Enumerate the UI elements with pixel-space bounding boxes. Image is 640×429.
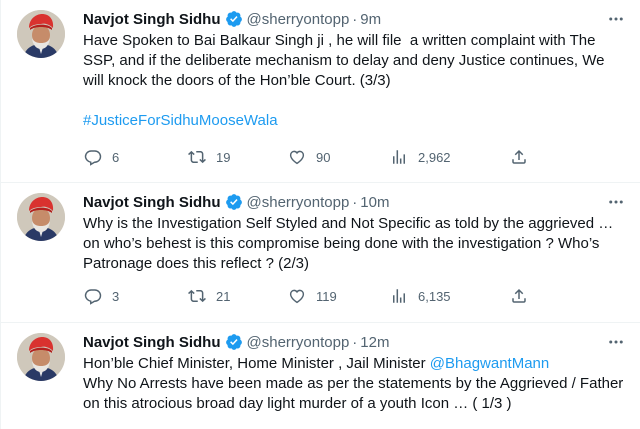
avatar[interactable] — [17, 333, 65, 381]
tweet-text: Why is the Investigation Self Styled and… — [83, 215, 618, 272]
share-icon — [509, 147, 529, 167]
verified-badge-icon — [225, 333, 243, 351]
more-icon[interactable] — [605, 331, 627, 353]
reply-icon — [83, 286, 103, 306]
tweet-text-part: Hon’ble Chief Minister, Home Minister , … — [83, 355, 430, 372]
author-handle[interactable]: @sherryontopp — [247, 194, 350, 211]
heart-icon — [287, 286, 307, 306]
views-icon — [389, 147, 409, 167]
share-icon — [509, 286, 529, 306]
tweet[interactable]: Navjot Singh Sidhu @sherryontopp · 9m Ha… — [1, 0, 640, 183]
more-icon[interactable] — [605, 8, 627, 30]
author-handle[interactable]: @sherryontopp — [247, 11, 350, 28]
like-button[interactable]: 119 — [287, 286, 389, 306]
tweet-text: Hon’ble Chief Minister, Home Minister , … — [83, 354, 627, 414]
hashtag-link[interactable]: #JusticeForSidhuMooseWala — [83, 111, 627, 131]
author-name[interactable]: Navjot Singh Sidhu — [83, 334, 221, 351]
reply-button[interactable]: 6 — [83, 147, 187, 167]
retweet-count: 21 — [216, 288, 231, 304]
retweet-icon — [187, 147, 207, 167]
views-button[interactable]: 6,135 — [389, 286, 509, 306]
more-icon[interactable] — [605, 191, 627, 213]
share-button[interactable] — [509, 147, 529, 167]
retweet-button[interactable]: 21 — [187, 286, 287, 306]
views-count: 6,135 — [418, 288, 451, 304]
mention-link[interactable]: @BhagwantMann — [430, 355, 549, 372]
avatar[interactable] — [17, 193, 65, 241]
tweet-actions: 6 19 90 2,962 — [83, 147, 529, 167]
author-name[interactable]: Navjot Singh Sidhu — [83, 194, 221, 211]
share-button[interactable] — [509, 286, 529, 306]
views-button[interactable]: 2,962 — [389, 147, 509, 167]
like-count: 90 — [316, 149, 331, 165]
views-count: 2,962 — [418, 149, 451, 165]
separator-dot: · — [352, 10, 358, 28]
verified-badge-icon — [225, 10, 243, 28]
views-icon — [389, 286, 409, 306]
tweet-text-part: Why No Arrests have been made as per the… — [83, 375, 624, 412]
separator-dot: · — [352, 333, 358, 351]
retweet-button[interactable]: 19 — [187, 147, 287, 167]
author-name[interactable]: Navjot Singh Sidhu — [83, 11, 221, 28]
like-button[interactable]: 90 — [287, 147, 389, 167]
tweet-timestamp[interactable]: 10m — [360, 194, 389, 211]
reply-count: 6 — [112, 149, 120, 165]
tweet-actions: 3 21 119 6,135 — [83, 286, 529, 306]
reply-count: 3 — [112, 288, 120, 304]
avatar[interactable] — [17, 10, 65, 58]
tweet-timestamp[interactable]: 9m — [360, 11, 381, 28]
tweet[interactable]: Navjot Singh Sidhu @sherryontopp · 12m H… — [1, 323, 640, 429]
reply-button[interactable]: 3 — [83, 286, 187, 306]
verified-badge-icon — [225, 193, 243, 211]
retweet-icon — [187, 286, 207, 306]
reply-icon — [83, 147, 103, 167]
tweet-text: Have Spoken to Bai Balkaur Singh ji , he… — [83, 32, 609, 89]
like-count: 119 — [316, 288, 337, 304]
tweet-feed: Navjot Singh Sidhu @sherryontopp · 9m Ha… — [0, 0, 640, 429]
author-handle[interactable]: @sherryontopp — [247, 334, 350, 351]
heart-icon — [287, 147, 307, 167]
tweet[interactable]: Navjot Singh Sidhu @sherryontopp · 10m W… — [1, 183, 640, 323]
tweet-timestamp[interactable]: 12m — [360, 334, 389, 351]
separator-dot: · — [352, 193, 358, 211]
retweet-count: 19 — [216, 149, 231, 165]
